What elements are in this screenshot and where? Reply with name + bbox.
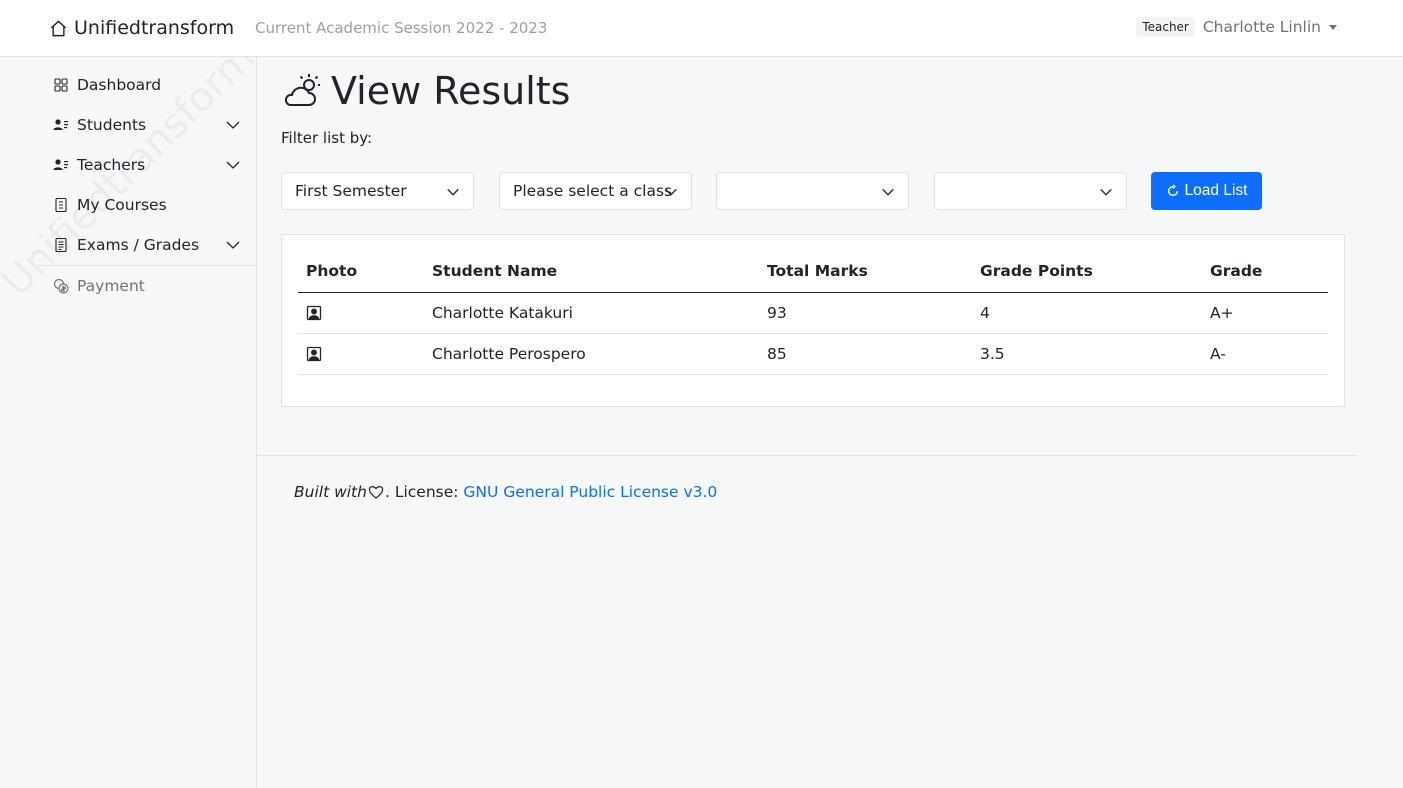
class-select[interactable]: Please select a class	[499, 172, 692, 210]
table-row: Charlotte Katakuri 93 4 A+	[298, 292, 1328, 334]
student-name-cell: Charlotte Katakuri	[424, 292, 759, 334]
cloud-sun-icon	[284, 74, 320, 106]
academic-session: Current Academic Session 2022 - 2023	[255, 19, 548, 37]
table-row: Charlotte Perospero 85 3.5 A-	[298, 333, 1328, 375]
sidebar-item-label: Exams / Grades	[77, 236, 200, 254]
footer: Built with . License: GNU General Public…	[294, 483, 717, 501]
sidebar-divider	[38, 265, 256, 266]
student-name-cell: Charlotte Perospero	[424, 333, 759, 375]
chevron-down-icon	[1100, 188, 1112, 196]
sidebar-item-teachers[interactable]: Teachers	[53, 152, 241, 178]
coins-icon	[53, 278, 69, 294]
class-select-value: Please select a class	[513, 182, 673, 200]
load-list-label: Load List	[1184, 182, 1248, 199]
chevron-down-icon	[882, 188, 894, 196]
total-marks-cell: 93	[759, 292, 972, 334]
column-header-grade: Grade	[1202, 251, 1328, 293]
chevron-down-icon	[447, 188, 459, 196]
person-lines-icon	[53, 117, 69, 133]
table-header-row: Photo Student Name Total Marks Grade Poi…	[298, 251, 1328, 293]
license-link[interactable]: GNU General Public License v3.0	[463, 483, 717, 501]
user-menu[interactable]: Teacher Charlotte Linlin	[1136, 17, 1337, 37]
column-header-total-marks: Total Marks	[759, 251, 972, 293]
grid-icon	[53, 77, 69, 93]
filter-label: Filter list by:	[281, 129, 373, 147]
sidebar-item-exams-grades[interactable]: Exams / Grades	[53, 232, 241, 258]
page-title-text: View Results	[331, 69, 571, 113]
sidebar-item-label: Teachers	[77, 156, 146, 174]
house-icon	[50, 19, 67, 36]
sidebar-item-payment[interactable]: Payment	[53, 273, 241, 299]
sidebar-item-label: Payment	[77, 277, 145, 295]
sidebar-item-label: My Courses	[77, 196, 167, 214]
load-list-button[interactable]: Load List	[1151, 172, 1262, 210]
grade-points-cell: 4	[972, 292, 1202, 334]
user-name: Charlotte Linlin	[1202, 18, 1321, 36]
heart-icon	[368, 486, 384, 499]
journal-icon	[53, 197, 69, 213]
brand-link[interactable]: Unifiedtransform	[49, 16, 234, 40]
sidebar-item-label: Students	[77, 116, 147, 134]
main-content: View Results Filter list by: First Semes…	[257, 57, 1403, 788]
chevron-down-icon	[226, 161, 240, 169]
sidebar-item-students[interactable]: Students	[53, 112, 241, 138]
grade-cell: A-	[1202, 333, 1328, 375]
course-select[interactable]	[934, 172, 1127, 210]
grade-cell: A+	[1202, 292, 1328, 334]
semester-select[interactable]: First Semester	[281, 172, 474, 210]
photo-cell	[298, 333, 424, 375]
sidebar-item-dashboard[interactable]: Dashboard	[53, 72, 241, 98]
results-table: Photo Student Name Total Marks Grade Poi…	[298, 251, 1328, 375]
file-text-icon	[53, 237, 69, 253]
person-lines-icon	[53, 157, 69, 173]
person-square-icon[interactable]	[306, 346, 322, 362]
role-badge: Teacher	[1136, 17, 1195, 37]
photo-cell	[298, 292, 424, 334]
top-navbar: Unifiedtransform Current Academic Sessio…	[0, 0, 1403, 57]
chevron-down-icon	[665, 188, 677, 196]
column-header-grade-points: Grade Points	[972, 251, 1202, 293]
sidebar: Unifiedtransform Dashboard Students Teac…	[0, 57, 257, 788]
brand-name: Unifiedtransform	[74, 17, 235, 39]
chevron-down-icon	[226, 121, 240, 129]
total-marks-cell: 85	[759, 333, 972, 375]
license-prefix: . License:	[384, 483, 464, 501]
refresh-icon	[1167, 184, 1178, 197]
section-select[interactable]	[716, 172, 909, 210]
sidebar-item-my-courses[interactable]: My Courses	[53, 192, 241, 218]
user-dropdown-toggle[interactable]: Charlotte Linlin	[1203, 18, 1337, 36]
built-with-text: Built with	[294, 483, 367, 501]
caret-down-icon	[1329, 24, 1337, 30]
chevron-down-icon	[226, 241, 240, 249]
sidebar-item-label: Dashboard	[77, 76, 162, 94]
page-title: View Results	[281, 69, 570, 113]
person-square-icon[interactable]	[306, 305, 322, 321]
column-header-student-name: Student Name	[424, 251, 759, 293]
column-header-photo: Photo	[298, 251, 424, 293]
footer-divider	[257, 455, 1357, 456]
results-card: Photo Student Name Total Marks Grade Poi…	[281, 234, 1345, 407]
grade-points-cell: 3.5	[972, 333, 1202, 375]
semester-select-value: First Semester	[295, 182, 407, 200]
